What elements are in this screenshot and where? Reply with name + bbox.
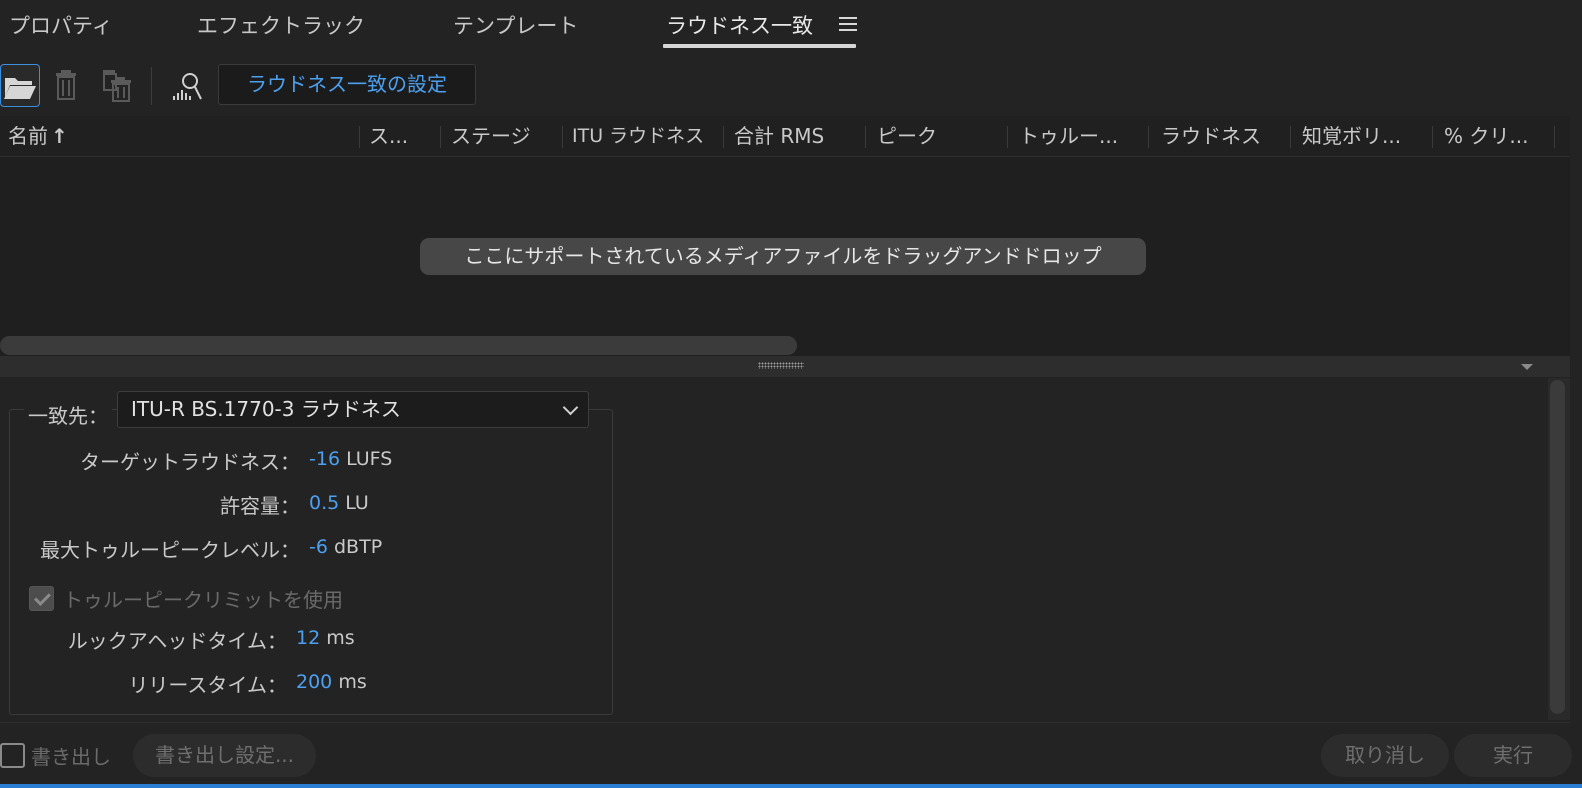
column-itu-loudness-header[interactable]: ITU ラウドネス <box>572 116 722 156</box>
chevron-down-icon <box>562 399 579 416</box>
match-to-dropdown[interactable]: ITU-R BS.1770-3 ラウドネス <box>117 391 589 428</box>
cancel-button[interactable]: 取り消し <box>1321 734 1449 777</box>
active-tab-indicator <box>663 44 856 48</box>
target-loudness-field[interactable]: -16 LUFS <box>309 448 392 470</box>
tab-templates[interactable]: テンプレート <box>453 10 578 40</box>
horizontal-scrollbar[interactable] <box>0 336 797 355</box>
max-true-peak-value[interactable]: -6 <box>309 536 328 558</box>
panel-focus-border <box>0 784 1582 788</box>
column-peak-header[interactable]: ピーク <box>877 116 1002 156</box>
lookahead-unit: ms <box>326 627 355 649</box>
column-status-header[interactable]: ス... <box>369 116 435 156</box>
max-true-peak-unit: dBTP <box>334 536 383 558</box>
table-header: 名前 ↑ ス... ステージ ITU ラウドネス 合計 RMS ピーク トゥルー.… <box>0 116 1570 157</box>
lookahead-field[interactable]: 12 ms <box>296 627 355 649</box>
tab-match-loudness[interactable]: ラウドネス一致 <box>666 10 813 40</box>
column-divider[interactable] <box>1290 126 1291 148</box>
open-folder-button[interactable] <box>0 64 40 107</box>
vertical-scrollbar-thumb[interactable] <box>1550 380 1565 714</box>
export-checkbox[interactable] <box>0 743 25 768</box>
panel-menu-icon[interactable] <box>839 17 857 33</box>
toolbar-divider <box>151 67 152 105</box>
tolerance-field[interactable]: 0.5 LU <box>309 492 369 514</box>
column-perceived-volume-header[interactable]: 知覚ボリ... <box>1302 116 1427 156</box>
max-true-peak-field[interactable]: -6 dBTP <box>309 536 382 558</box>
column-true-peak-header[interactable]: トゥルー... <box>1019 116 1144 156</box>
trash-icon <box>56 70 76 100</box>
loudness-analyze-icon <box>173 73 202 100</box>
analyze-button[interactable] <box>170 68 206 104</box>
panel-splitter[interactable] <box>0 356 1570 377</box>
collapse-arrow-icon[interactable] <box>1521 364 1533 370</box>
column-divider[interactable] <box>440 126 441 148</box>
column-divider[interactable] <box>723 126 724 148</box>
delete-button[interactable] <box>52 68 82 102</box>
tab-properties[interactable]: プロパティ <box>9 10 113 40</box>
true-peak-limit-label: トゥルーピークリミットを使用 <box>63 588 343 612</box>
column-divider[interactable] <box>359 126 360 148</box>
column-divider[interactable] <box>1007 126 1008 148</box>
column-total-rms-header[interactable]: 合計 RMS <box>734 116 864 156</box>
tolerance-unit: LU <box>345 492 369 514</box>
tab-effects-rack[interactable]: エフェクトラック <box>197 10 365 40</box>
folder-icon <box>4 78 36 99</box>
column-divider[interactable] <box>1148 126 1149 148</box>
tolerance-value[interactable]: 0.5 <box>309 492 339 514</box>
match-to-value: ITU-R BS.1770-3 ラウドネス <box>131 397 401 421</box>
release-label: リリースタイム： <box>128 673 287 697</box>
true-peak-limit-checkbox[interactable] <box>29 586 54 611</box>
column-stage-header[interactable]: ステージ <box>451 116 559 156</box>
target-loudness-unit: LUFS <box>346 448 393 470</box>
column-loudness-header[interactable]: ラウドネス <box>1161 116 1286 156</box>
column-clip-percent-header[interactable]: % クリ... <box>1444 116 1549 156</box>
release-value[interactable]: 200 <box>296 671 332 693</box>
target-loudness-label: ターゲットラウドネス： <box>80 450 300 474</box>
lookahead-value[interactable]: 12 <box>296 627 320 649</box>
column-divider[interactable] <box>865 126 866 148</box>
target-loudness-value[interactable]: -16 <box>309 448 340 470</box>
trash-multiple-icon <box>103 70 131 102</box>
delete-all-button[interactable] <box>100 68 136 104</box>
drag-grip-icon[interactable] <box>758 362 804 369</box>
loudness-settings-button[interactable]: ラウドネス一致の設定 <box>218 64 476 105</box>
column-name-header[interactable]: 名前 ↑ <box>8 116 348 156</box>
column-divider[interactable] <box>562 126 563 148</box>
export-settings-button[interactable]: 書き出し設定... <box>133 734 316 777</box>
footer-divider <box>0 722 1570 723</box>
release-field[interactable]: 200 ms <box>296 671 367 693</box>
drop-hint: ここにサポートされているメディアファイルをドラッグアンドドロップ <box>420 238 1146 275</box>
release-unit: ms <box>338 671 367 693</box>
column-divider[interactable] <box>1432 126 1433 148</box>
run-button[interactable]: 実行 <box>1454 734 1572 777</box>
lookahead-label: ルックアヘッドタイム： <box>67 629 287 653</box>
tolerance-label: 許容量： <box>220 494 300 518</box>
match-to-label: 一致先： <box>24 400 112 429</box>
column-divider[interactable] <box>1554 126 1555 148</box>
max-true-peak-label: 最大トゥルーピークレベル： <box>40 538 300 562</box>
export-label: 書き出し <box>31 745 111 769</box>
sort-ascending-icon: ↑ <box>51 124 68 148</box>
